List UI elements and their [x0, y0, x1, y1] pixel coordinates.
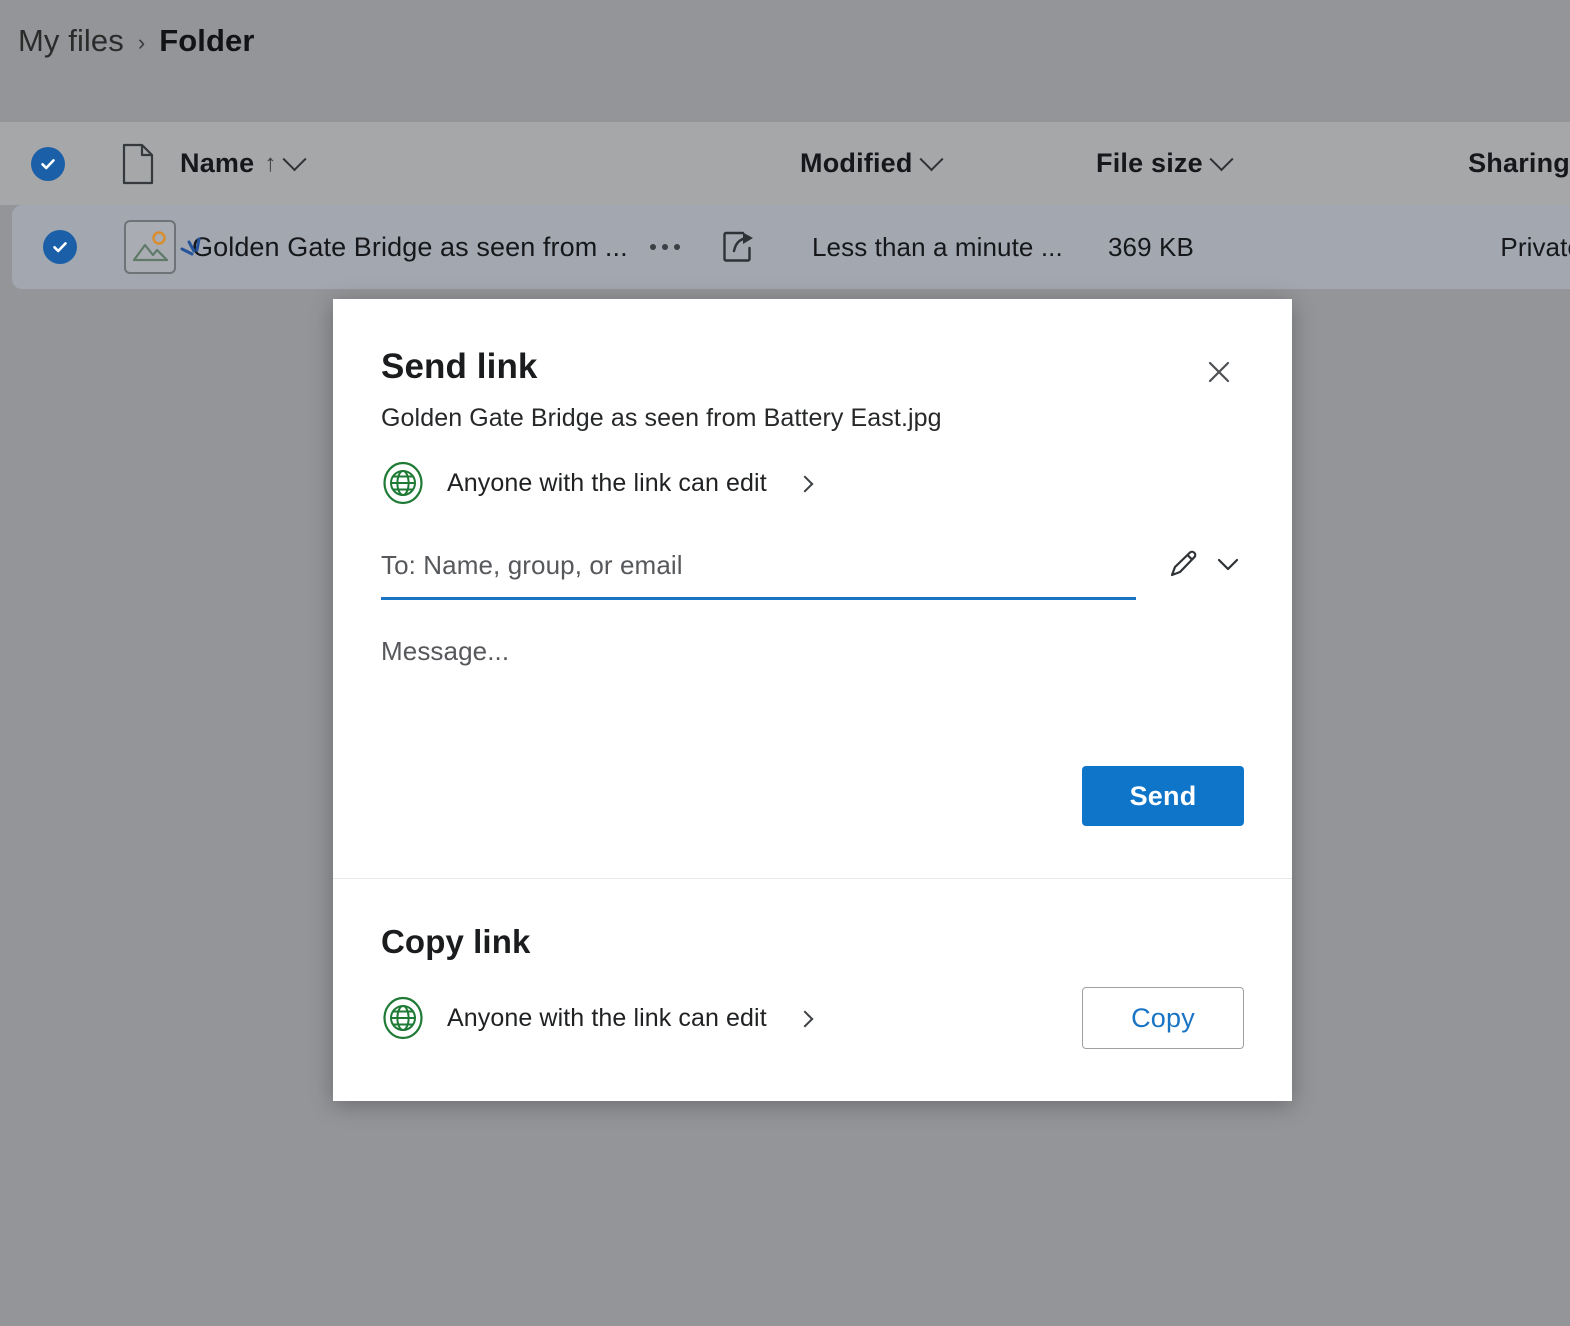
row-modified-value: Less than a minute ... [812, 231, 1063, 262]
row-sharing-status: Private [1500, 231, 1570, 262]
column-header-modified-label: Modified [800, 148, 913, 178]
file-list: Name ↑ Modified File size Sharing Golden… [0, 122, 1570, 289]
globe-icon [381, 996, 425, 1040]
chevron-down-icon[interactable] [282, 147, 307, 172]
dialog-title: Send link [381, 347, 538, 386]
recipients-row: To: Name, group, or email [381, 547, 1242, 600]
recipients-placeholder: To: Name, group, or email [381, 550, 683, 580]
chevron-down-icon[interactable] [1209, 147, 1234, 172]
chevron-right-icon[interactable] [796, 1010, 814, 1028]
breadcrumb-separator-icon: › [137, 29, 146, 55]
copy-link-row: Anyone with the link can edit Copy [381, 987, 1244, 1049]
file-list-header-row: Name ↑ Modified File size Sharing [0, 122, 1570, 205]
copy-button[interactable]: Copy [1082, 987, 1244, 1049]
chevron-down-icon[interactable] [919, 147, 944, 172]
row-thumbnail-cell [108, 220, 192, 274]
copy-link-title: Copy link [381, 923, 531, 960]
recipients-input[interactable]: To: Name, group, or email [381, 550, 1136, 600]
row-file-size-cell: 369 KB [1108, 232, 1404, 263]
table-row[interactable]: Golden Gate Bridge as seen from ... Less… [12, 205, 1570, 289]
select-all-checkbox-icon[interactable] [31, 146, 65, 181]
send-link-header: Send link Golden Gate Bridge as seen fro… [333, 299, 1292, 505]
recipients-permission-actions [1136, 547, 1242, 600]
column-header-sharing[interactable]: Sharing [1392, 148, 1570, 179]
row-checkbox-icon[interactable] [43, 230, 77, 264]
row-more-actions-icon[interactable] [646, 238, 684, 256]
row-select-cell[interactable] [12, 230, 108, 264]
chevron-down-icon[interactable] [1214, 554, 1242, 579]
copy-link-permission-row[interactable]: Anyone with the link can edit [381, 996, 1082, 1040]
column-header-modified[interactable]: Modified [800, 147, 1096, 179]
globe-icon [381, 461, 425, 505]
close-icon[interactable] [1200, 353, 1238, 391]
breadcrumb-current-folder[interactable]: Folder [159, 23, 254, 59]
file-type-column-icon[interactable] [96, 143, 180, 185]
row-file-size-value: 369 KB [1108, 231, 1194, 262]
chevron-right-icon[interactable] [796, 475, 814, 493]
row-share-icon[interactable] [722, 229, 756, 265]
copy-link-section: Copy link Anyone with the link can edit … [333, 879, 1292, 1101]
column-header-file-size[interactable]: File size [1096, 147, 1392, 179]
breadcrumb-root-link[interactable]: My files [18, 23, 124, 59]
copy-link-permission-label: Anyone with the link can edit [447, 1003, 767, 1032]
column-header-name-label: Name [180, 148, 255, 178]
image-file-icon [124, 220, 176, 274]
send-link-dialog: Send link Golden Gate Bridge as seen fro… [333, 299, 1292, 1101]
select-all-cell[interactable] [0, 146, 96, 181]
row-file-name[interactable]: Golden Gate Bridge as seen from ... [192, 232, 628, 263]
column-header-sharing-label: Sharing [1468, 148, 1570, 178]
row-sharing-cell[interactable]: Private [1404, 232, 1570, 263]
column-header-file-size-label: File size [1096, 148, 1203, 178]
message-placeholder: Message... [381, 636, 510, 666]
send-link-permission-label: Anyone with the link can edit [447, 468, 767, 497]
sort-ascending-icon[interactable]: ↑ [264, 150, 276, 178]
send-button-row: Send [333, 766, 1292, 878]
send-button[interactable]: Send [1082, 766, 1244, 826]
send-link-permission-row[interactable]: Anyone with the link can edit [381, 461, 1242, 505]
row-name-cell[interactable]: Golden Gate Bridge as seen from ... [180, 229, 812, 265]
breadcrumb: My files › Folder [18, 16, 255, 66]
message-input[interactable]: Message... [381, 636, 1244, 766]
dialog-file-name: Golden Gate Bridge as seen from Battery … [381, 404, 942, 432]
pencil-icon[interactable] [1166, 547, 1200, 586]
row-modified-cell: Less than a minute ... [812, 232, 1108, 263]
column-header-name[interactable]: Name ↑ [180, 147, 800, 179]
